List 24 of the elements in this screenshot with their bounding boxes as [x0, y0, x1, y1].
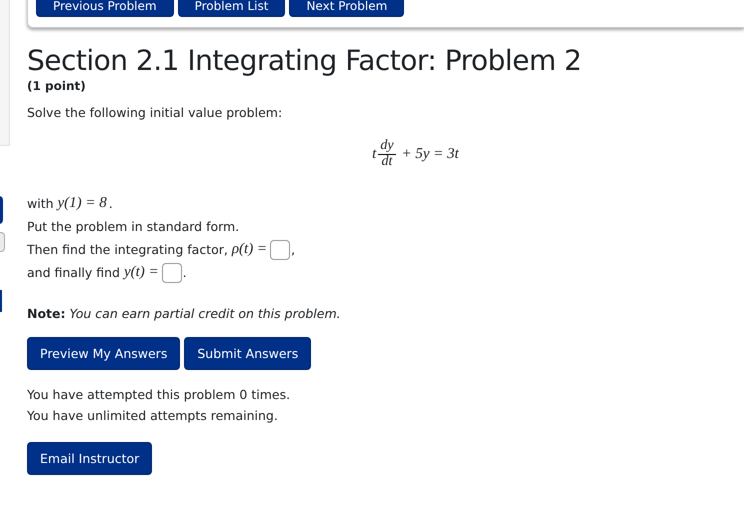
answer-field[interactable]	[270, 240, 290, 260]
problem-text: ,	[291, 242, 296, 257]
attempts-text: You have unlimited attempts remaining.	[27, 407, 279, 425]
attempts-text: You have attempted this problem 0 times.	[27, 386, 292, 404]
nav-button[interactable]: Problem List	[178, 0, 286, 17]
math-expression: y(t) =	[124, 264, 159, 281]
points-label: (1 point)	[27, 79, 87, 93]
problem-text: .	[182, 265, 187, 280]
action-button[interactable]: Preview My Answers	[27, 337, 180, 370]
problem-text: Solve the following initial value problem:	[27, 105, 284, 120]
problem-text: Then find the integrating factor,	[27, 242, 229, 257]
problem-title: Section 2.1 Integrating Factor: Problem 2	[27, 44, 582, 77]
answer-field[interactable]	[162, 262, 182, 282]
problem-text: Put the problem in standard form.	[27, 219, 240, 234]
nav-button[interactable]: Next Problem	[289, 0, 404, 17]
math-expression: y(1) = 8	[58, 195, 107, 212]
math-expression: ρ(t) =	[232, 241, 268, 258]
note-text: Note: You can earn partial credit on this problem.	[27, 306, 342, 321]
problem-text: with	[27, 196, 55, 211]
problem-text: and finally find	[27, 265, 121, 280]
problem-text: .	[108, 196, 113, 211]
action-button[interactable]: Submit Answers	[184, 337, 312, 370]
nav-button[interactable]: Previous Problem	[36, 0, 174, 17]
email-instructor-button[interactable]: Email Instructor	[27, 442, 152, 475]
